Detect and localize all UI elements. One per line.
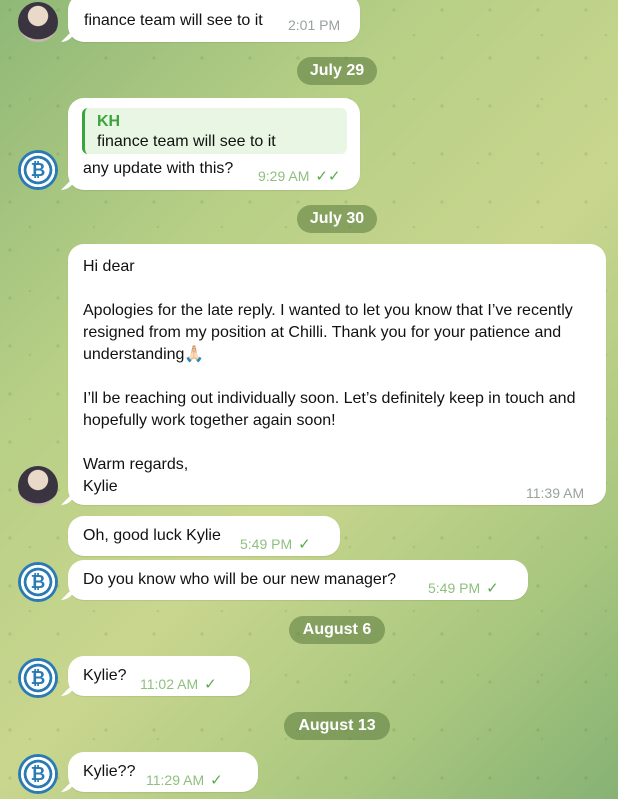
message-time: 2:01 PM — [288, 17, 341, 33]
message-bubble[interactable]: Oh, good luck Kylie 5:49 PM ✓ — [68, 516, 340, 556]
date-separator: August 13 — [284, 712, 390, 740]
message-paragraph: I’ll be reaching out individually soon. … — [83, 390, 576, 429]
message-text: Oh, good luck Kylie — [83, 527, 221, 544]
quote-author: KH — [97, 113, 121, 130]
quote-text: finance team will see to it — [97, 133, 276, 150]
self-avatar[interactable]: ₿ — [18, 562, 58, 602]
message-text: Kylie?? — [83, 763, 136, 780]
check-icon: ✓ — [298, 536, 311, 553]
message-time: 5:49 PM ✓ — [428, 577, 499, 600]
time-label: 5:49 PM — [428, 580, 481, 596]
message-bubble[interactable]: finance team will see to it 2:01 PM — [68, 0, 360, 42]
message-paragraph: Apologies for the late reply. I wanted t… — [83, 300, 593, 366]
date-separator: July 30 — [297, 205, 377, 233]
contact-avatar[interactable] — [18, 2, 58, 42]
date-separator: July 29 — [297, 57, 377, 85]
check-icon: ✓ — [204, 676, 217, 693]
date-separator: August 6 — [289, 616, 385, 644]
message-bubble[interactable]: Do you know who will be our new manager?… — [68, 560, 528, 600]
message-body: Hi dear Apologies for the late reply. I … — [83, 256, 593, 498]
message-time: 9:29 AM ✓✓ — [258, 165, 341, 188]
message-bubble[interactable]: KH finance team will see to it any updat… — [68, 98, 360, 190]
message-greeting: Hi dear — [83, 258, 135, 275]
double-check-icon: ✓✓ — [315, 168, 341, 185]
bitcoin-coin-icon: ₿ — [30, 571, 46, 592]
message-time: 11:29 AM ✓ — [146, 769, 223, 792]
time-label: 9:29 AM — [258, 168, 310, 184]
message-signature: Kylie — [83, 478, 118, 495]
bitcoin-coin-icon: ₿ — [30, 667, 46, 688]
message-bubble[interactable]: Kylie?? 11:29 AM ✓ — [68, 752, 258, 792]
check-icon: ✓ — [486, 580, 499, 597]
message-text: Kylie? — [83, 667, 127, 684]
time-label: 11:29 AM — [146, 772, 205, 788]
message-time: 11:02 AM ✓ — [140, 673, 217, 696]
message-bubble[interactable]: Hi dear Apologies for the late reply. I … — [68, 244, 606, 505]
message-time: 5:49 PM ✓ — [240, 533, 311, 556]
time-label: 11:02 AM — [140, 676, 199, 692]
message-time: 11:39 AM — [526, 485, 585, 501]
self-avatar[interactable]: ₿ — [18, 658, 58, 698]
message-bubble[interactable]: Kylie? 11:02 AM ✓ — [68, 656, 250, 696]
paragraph-text: Apologies for the late reply. I wanted t… — [83, 302, 573, 363]
contact-avatar[interactable] — [18, 466, 58, 506]
self-avatar[interactable]: ₿ — [18, 150, 58, 190]
reply-quote[interactable]: KH finance team will see to it — [82, 108, 347, 154]
message-text: Do you know who will be our new manager? — [83, 571, 397, 588]
message-signoff: Warm regards, — [83, 456, 189, 473]
message-text: any update with this? — [83, 160, 234, 177]
praying-hands-emoji: 🙏🏻 — [184, 346, 205, 363]
bitcoin-coin-icon: ₿ — [30, 763, 46, 784]
self-avatar[interactable]: ₿ — [18, 754, 58, 794]
bitcoin-coin-icon: ₿ — [30, 159, 46, 180]
check-icon: ✓ — [210, 772, 223, 789]
message-text: finance team will see to it — [84, 12, 263, 29]
time-label: 5:49 PM — [240, 536, 293, 552]
